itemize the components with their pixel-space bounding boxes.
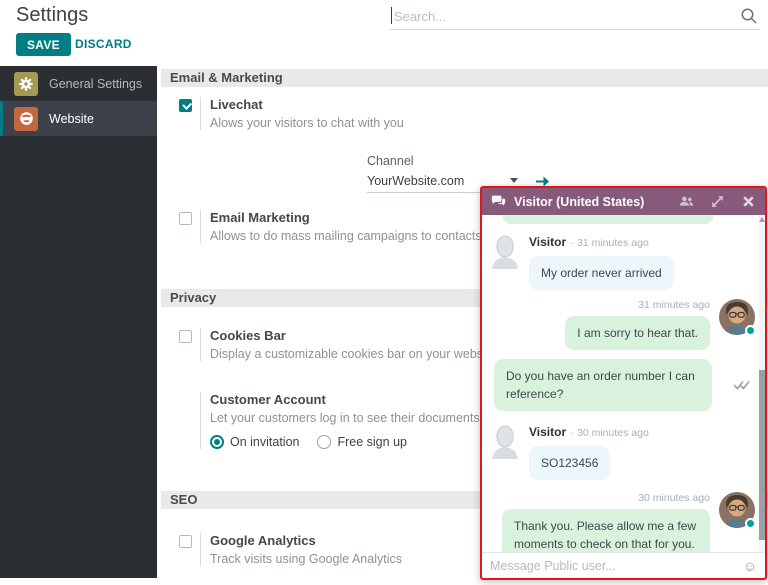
operator-avatar <box>719 299 756 336</box>
online-status-dot <box>745 325 756 336</box>
discard-button[interactable]: DISCARD <box>75 37 132 51</box>
visitor-avatar <box>492 235 518 269</box>
setting-row-cookies-bar: Cookies Bar Display a customizable cooki… <box>179 328 496 361</box>
chat-message-operator: 30 minutes ago Thank you. Please allow m… <box>490 492 756 552</box>
online-status-dot <box>745 518 756 529</box>
setting-label: Livechat <box>210 97 263 112</box>
section-header-email-marketing: Email & Marketing <box>161 69 768 87</box>
message-time: 30 minutes ago <box>638 492 710 504</box>
search-box[interactable] <box>390 4 760 30</box>
gear-icon <box>14 71 38 96</box>
divider <box>200 533 201 566</box>
emoji-smiley-icon[interactable]: ☺ <box>743 559 757 573</box>
divider <box>200 97 201 130</box>
setting-row-livechat: Livechat Alows your visitors to chat wit… <box>179 97 404 130</box>
channel-field-label: Channel <box>367 154 414 168</box>
setting-row-google-analytics: Google Analytics Track visits using Goog… <box>179 533 402 566</box>
message-bubble: My order never arrived <box>529 256 674 290</box>
message-time: 30 minutes ago <box>577 427 649 439</box>
close-icon[interactable] <box>741 194 756 209</box>
text-cursor <box>391 7 392 24</box>
top-header: Settings SAVE DISCARD <box>0 0 768 66</box>
partial-message-bubble <box>502 215 714 224</box>
radio-label[interactable]: Free sign up <box>337 435 406 449</box>
message-author: Visitor <box>529 235 567 249</box>
chevron-down-icon[interactable] <box>510 178 518 183</box>
message-bubble: I am sorry to hear that. <box>565 316 710 350</box>
setting-description: Display a customizable cookies bar on yo… <box>210 347 497 361</box>
radio-free-sign-up[interactable] <box>317 435 332 449</box>
sidebar-item-website[interactable]: Website <box>0 101 157 136</box>
radio-on-invitation[interactable] <box>210 435 224 449</box>
message-bubble: SO123456 <box>529 446 611 480</box>
sidebar-item-label: Website <box>49 111 94 126</box>
visitor-avatar <box>492 425 518 459</box>
settings-sidebar: General Settings Website <box>0 66 157 578</box>
chat-message-operator: 31 minutes ago I am sorry to hear that. <box>490 299 756 350</box>
chat-message-list[interactable]: Visitor · 31 minutes ago My order never … <box>482 215 765 552</box>
message-time: 31 minutes ago <box>577 237 649 249</box>
operator-avatar <box>719 492 756 529</box>
setting-row-customer-account: Customer Account Let your customers log … <box>200 392 480 449</box>
comments-icon <box>491 195 506 206</box>
setting-description: Track visits using Google Analytics <box>210 552 402 566</box>
setting-label: Email Marketing <box>210 210 310 225</box>
setting-label: Google Analytics <box>210 533 316 548</box>
sidebar-item-general-settings[interactable]: General Settings <box>0 66 157 101</box>
chat-message-input[interactable] <box>490 558 743 573</box>
channel-value[interactable]: YourWebsite.com <box>367 174 464 188</box>
divider <box>200 210 201 243</box>
setting-description: Allows to do mass mailing campaigns to c… <box>210 229 482 243</box>
chat-message-visitor: Visitor · 30 minutes ago SO123456 <box>490 423 755 480</box>
globe-icon <box>14 106 38 131</box>
radio-label[interactable]: On invitation <box>230 435 299 449</box>
page-title: Settings <box>16 4 89 26</box>
customer-account-options: On invitation Free sign up <box>210 435 480 449</box>
email-marketing-checkbox[interactable] <box>179 212 192 225</box>
setting-description: Let your customers log in to see their d… <box>210 411 480 425</box>
users-icon[interactable] <box>679 194 694 209</box>
divider <box>200 328 201 361</box>
search-icon[interactable] <box>740 7 758 25</box>
chat-title: Visitor (United States) <box>514 194 645 209</box>
setting-label: Cookies Bar <box>210 328 286 343</box>
message-bubble: Do you have an order number I can refere… <box>494 359 712 411</box>
seen-double-check-icon <box>733 381 750 390</box>
chat-composer: ☺ <box>482 552 765 578</box>
google-analytics-checkbox[interactable] <box>179 535 192 548</box>
setting-label: Customer Account <box>210 392 326 407</box>
livechat-window: Visitor (United States) Visitor · 31 min… <box>480 186 767 580</box>
search-input[interactable] <box>394 6 724 26</box>
expand-icon[interactable] <box>710 194 725 209</box>
divider <box>200 392 201 449</box>
message-bubble: Thank you. Please allow me a few moments… <box>502 509 710 552</box>
chat-header[interactable]: Visitor (United States) <box>482 188 765 215</box>
setting-row-email-marketing: Email Marketing Allows to do mass mailin… <box>179 210 482 243</box>
chat-message-visitor: Visitor · 31 minutes ago My order never … <box>490 233 755 290</box>
chat-message-operator: Do you have an order number I can refere… <box>490 359 755 411</box>
message-time: 31 minutes ago <box>638 299 710 311</box>
sidebar-item-label: General Settings <box>49 76 143 91</box>
livechat-checkbox[interactable] <box>179 99 192 112</box>
chat-scrollbar-thumb[interactable] <box>759 370 765 540</box>
chat-scrollbar-up-arrow[interactable] <box>759 217 765 222</box>
message-author: Visitor <box>529 425 567 439</box>
setting-description: Alows your visitors to chat with you <box>210 116 404 130</box>
save-button[interactable]: SAVE <box>16 33 71 56</box>
cookies-bar-checkbox[interactable] <box>179 330 192 343</box>
